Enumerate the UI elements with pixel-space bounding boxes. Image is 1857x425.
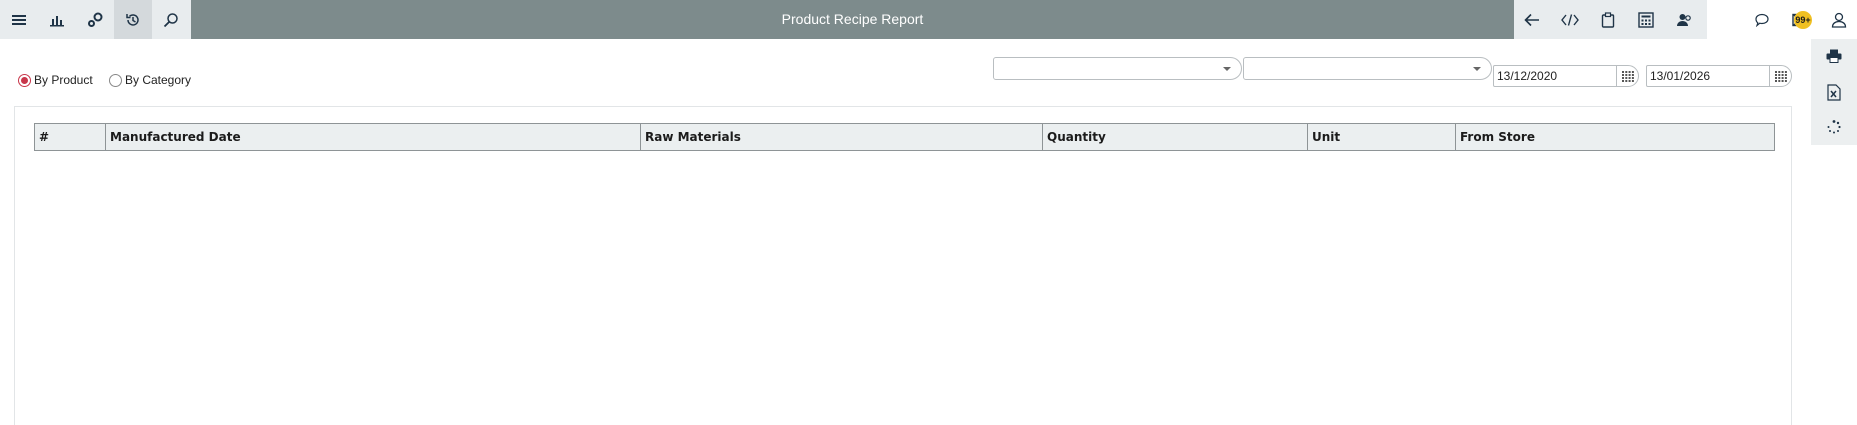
column-header-quantity[interactable]: Quantity bbox=[1042, 123, 1308, 151]
print-button[interactable] bbox=[1811, 39, 1857, 73]
date-from-value: 13/12/2020 bbox=[1497, 69, 1558, 83]
top-bar: Product Recipe Report 99+ bbox=[0, 0, 1857, 39]
history-button[interactable] bbox=[114, 0, 152, 39]
bar-chart-icon bbox=[49, 13, 65, 27]
radio-by-product[interactable]: By Product bbox=[18, 73, 93, 87]
user-icon bbox=[1831, 12, 1847, 28]
column-header-from-store[interactable]: From Store bbox=[1455, 123, 1775, 151]
side-action-panel bbox=[1811, 39, 1857, 145]
print-icon bbox=[1826, 49, 1842, 63]
date-to-value: 13/01/2026 bbox=[1650, 69, 1711, 83]
back-arrow-icon bbox=[1524, 13, 1540, 27]
column-header-index[interactable]: # bbox=[34, 123, 106, 151]
notification-badge: 99+ bbox=[1794, 11, 1812, 29]
chat-icon bbox=[1754, 13, 1770, 27]
calendar-icon bbox=[1621, 70, 1634, 82]
column-header-unit[interactable]: Unit bbox=[1307, 123, 1456, 151]
product-dropdown[interactable] bbox=[993, 57, 1242, 80]
clipboard-icon bbox=[1601, 11, 1615, 28]
refresh-spinner-icon bbox=[1826, 119, 1842, 135]
code-icon bbox=[1561, 13, 1579, 27]
radio-by-category[interactable]: By Category bbox=[109, 73, 191, 87]
code-button[interactable] bbox=[1552, 0, 1588, 39]
calendar-button[interactable] bbox=[1616, 66, 1638, 86]
calendar-icon bbox=[1774, 70, 1787, 82]
menu-icon bbox=[12, 14, 26, 26]
search-icon bbox=[163, 12, 179, 28]
user-button[interactable] bbox=[1821, 0, 1857, 39]
radio-label-by-product: By Product bbox=[34, 73, 93, 87]
calculator-icon bbox=[1638, 11, 1654, 28]
category-dropdown[interactable] bbox=[1243, 57, 1492, 80]
history-icon bbox=[125, 12, 141, 28]
settings-gears-icon bbox=[87, 12, 103, 28]
search-button[interactable] bbox=[152, 0, 190, 39]
radio-button[interactable] bbox=[109, 73, 122, 87]
radio-label-by-category: By Category bbox=[125, 73, 192, 87]
excel-export-button[interactable] bbox=[1811, 75, 1857, 109]
date-from-field[interactable]: 13/12/2020 bbox=[1493, 65, 1639, 87]
clipboard-button[interactable] bbox=[1590, 0, 1626, 39]
charts-button[interactable] bbox=[38, 0, 76, 39]
column-header-manufactured-date[interactable]: Manufactured Date bbox=[105, 123, 641, 151]
radio-button-selected[interactable] bbox=[18, 73, 31, 87]
report-table: # Manufactured Date Raw Materials Quanti… bbox=[34, 123, 1775, 151]
users-button[interactable] bbox=[1666, 0, 1702, 39]
chat-button[interactable] bbox=[1744, 0, 1780, 39]
refresh-button[interactable] bbox=[1811, 110, 1857, 144]
left-toolbar bbox=[0, 0, 191, 39]
excel-export-icon bbox=[1827, 83, 1841, 101]
back-button[interactable] bbox=[1514, 0, 1550, 39]
column-header-raw-materials[interactable]: Raw Materials bbox=[640, 123, 1043, 151]
chevron-down-icon bbox=[1223, 67, 1231, 71]
table-header-row: # Manufactured Date Raw Materials Quanti… bbox=[34, 123, 1775, 151]
page-title: Product Recipe Report bbox=[781, 11, 924, 27]
date-to-field[interactable]: 13/01/2026 bbox=[1646, 65, 1792, 87]
settings-button[interactable] bbox=[76, 0, 114, 39]
calculator-button[interactable] bbox=[1628, 0, 1664, 39]
chevron-down-icon bbox=[1473, 67, 1481, 71]
report-content: # Manufactured Date Raw Materials Quanti… bbox=[14, 106, 1792, 425]
calendar-button[interactable] bbox=[1769, 66, 1791, 86]
users-icon bbox=[1676, 12, 1692, 28]
menu-button[interactable] bbox=[0, 0, 38, 39]
